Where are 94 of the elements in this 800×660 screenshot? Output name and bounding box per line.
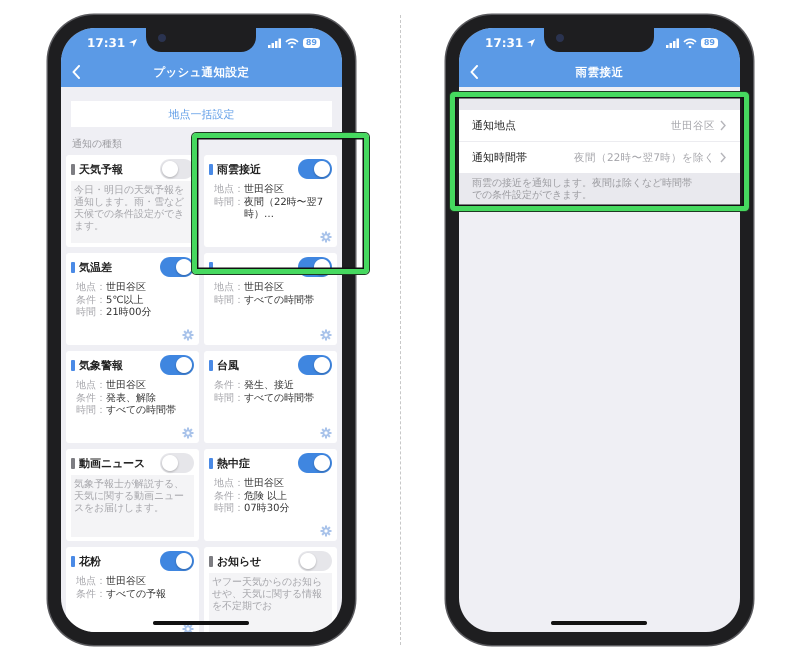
detail-label: 時間： — [76, 405, 106, 418]
title-marker — [209, 164, 213, 174]
card-description: 今日・明日の天気予報を通知します。雨・雪など天候での条件設定ができます。 — [71, 181, 194, 243]
signal-icon — [268, 38, 281, 48]
detail-label: 地点： — [76, 282, 106, 294]
detail-label: 時間： — [214, 503, 244, 516]
location-arrow-icon — [128, 38, 138, 48]
card-title: 熱中症 — [217, 456, 250, 470]
detail-value: すべての時間帯 — [106, 405, 176, 418]
back-icon[interactable] — [72, 65, 81, 79]
title-marker — [71, 262, 75, 272]
detail-label: 地点： — [76, 576, 106, 588]
chevron-icon — [720, 120, 726, 131]
detail-label: 条件： — [76, 588, 106, 601]
toggle-switch[interactable] — [298, 355, 332, 375]
toggle-switch[interactable] — [160, 257, 194, 277]
wifi-icon — [284, 38, 299, 48]
title-marker — [71, 458, 75, 468]
detail-value: すべての時間帯 — [244, 294, 314, 307]
footnote-text: 雨雲の接近を通知します。夜間は除くなど時間帯での条件設定ができます。 — [471, 176, 693, 203]
card-title: 雨雲接近 — [217, 162, 261, 176]
detail-value: 世田谷区 — [244, 184, 284, 196]
card-description: 気象予報士が解説する、天気に関する動画ニュースをお届けします。 — [71, 475, 194, 537]
screen-title: 雨雲接近 — [576, 65, 624, 80]
toggle-switch[interactable] — [298, 159, 332, 179]
notification-card[interactable]: 気温差 地点：世田谷区 条件：5℃以上 時間：21時00分 — [66, 253, 199, 345]
card-title: 気温差 — [79, 260, 112, 274]
title-marker — [71, 556, 75, 566]
notification-card[interactable]: 雨雲接近 地点：世田谷区 時間：夜間（22時〜翌7時）… — [204, 155, 337, 247]
detail-label: 地点： — [76, 380, 106, 392]
detail-value: 危険 以上 — [244, 490, 288, 502]
detail-label: 地点： — [214, 282, 244, 294]
screen-title: プッシュ通知設定 — [154, 65, 250, 80]
title-marker — [209, 360, 213, 370]
detail-label: 条件： — [214, 490, 244, 502]
detail-label: 地点： — [214, 478, 244, 490]
toggle-switch[interactable] — [298, 551, 332, 571]
notification-card[interactable]: 台風 条件：発生、接近 時間：すべての時間帯 — [204, 351, 337, 443]
card-title: 動画ニュース — [79, 456, 145, 470]
detail-label: 時間： — [76, 307, 106, 320]
notification-card[interactable]: 地点：世田谷区 時間：すべての時間帯 — [204, 253, 337, 345]
notification-card[interactable]: 熱中症 地点：世田谷区 条件：危険 以上 時間：07時30分 — [204, 449, 337, 541]
title-marker — [209, 458, 213, 468]
detail-label: 時間： — [214, 196, 244, 210]
title-marker — [71, 360, 75, 370]
card-title: お知らせ — [217, 554, 261, 568]
toggle-switch[interactable] — [160, 551, 194, 571]
back-icon[interactable] — [470, 65, 479, 79]
detail-value: 世田谷区 — [106, 380, 146, 392]
toggle-switch[interactable] — [298, 453, 332, 473]
title-marker — [209, 556, 213, 566]
notification-card[interactable]: 動画ニュース 気象予報士が解説する、天気に関する動画ニュースをお届けします。 — [66, 449, 199, 541]
notification-card[interactable]: 気象警報 地点：世田谷区 条件：発表、解除 時間：すべての時間帯 — [66, 351, 199, 443]
detail-value: 21時00分 — [106, 307, 152, 320]
detail-label: 地点： — [214, 184, 244, 196]
chevron-icon — [720, 152, 726, 163]
card-title: 花粉 — [79, 554, 101, 568]
battery-level: 89 — [302, 38, 320, 48]
detail-value: 5℃以上 — [106, 294, 144, 306]
notification-card[interactable]: お知らせ ヤフー天気からのお知らせや、天気に関する情報を不定期でお — [204, 547, 337, 632]
detail-label: 条件： — [214, 380, 244, 392]
detail-value: すべての予報 — [106, 588, 166, 601]
status-time: 17:31 — [87, 36, 126, 50]
detail-label: 時間： — [214, 294, 244, 307]
card-description: ヤフー天気からのお知らせや、天気に関する情報を不定期でお — [209, 573, 332, 632]
detail-value: すべての時間帯 — [244, 392, 314, 405]
status-time: 17:31 — [485, 36, 524, 50]
toggle-switch[interactable] — [160, 453, 194, 473]
detail-value: 世田谷区 — [244, 478, 284, 490]
toggle-switch[interactable] — [160, 355, 194, 375]
notification-card[interactable]: 天気予報 今日・明日の天気予報を通知します。雨・雪など天候での条件設定ができます。 — [66, 155, 199, 247]
detail-value: 夜間（22時〜翌7時）… — [244, 196, 324, 222]
setting-row[interactable]: 通知時間帯 夜間（22時〜翌7時）を除く — [459, 142, 740, 173]
detail-value: 世田谷区 — [106, 576, 146, 588]
detail-value: 07時30分 — [244, 503, 290, 516]
detail-label: 時間： — [214, 392, 244, 405]
toggle-switch[interactable] — [160, 159, 194, 179]
battery-level: 89 — [700, 38, 718, 48]
notification-card[interactable]: 花粉 地点：世田谷区 条件：すべての予報 — [66, 547, 199, 632]
card-title: 台風 — [217, 358, 239, 372]
detail-value: 世田谷区 — [244, 282, 284, 294]
detail-value: 世田谷区 — [106, 282, 146, 294]
detail-label: 条件： — [76, 392, 106, 404]
signal-icon — [666, 38, 679, 48]
detail-value: 発生、接近 — [244, 380, 294, 392]
card-title: 天気予報 — [79, 162, 123, 176]
setting-row[interactable]: 通知地点 世田谷区 — [459, 110, 740, 142]
detail-value: 発表、解除 — [106, 392, 156, 404]
card-title: 気象警報 — [79, 358, 123, 372]
title-marker — [71, 164, 75, 174]
wifi-icon — [682, 38, 697, 48]
section-label: 通知の種類 — [72, 138, 123, 151]
location-arrow-icon — [526, 38, 536, 48]
detail-label: 条件： — [76, 294, 106, 306]
